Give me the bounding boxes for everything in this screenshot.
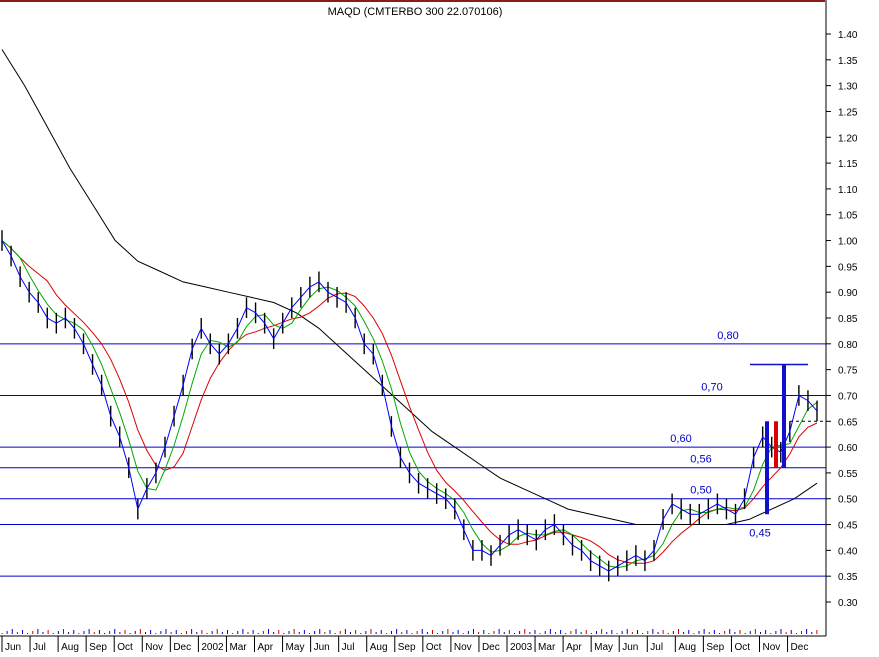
x-tick-label: 2002 xyxy=(201,642,224,652)
y-tick-label: 0.80 xyxy=(838,340,858,351)
y-tick-label: 0.95 xyxy=(838,262,858,273)
x-tick-label: Oct xyxy=(426,642,442,652)
highlight-bar xyxy=(765,421,769,515)
y-tick-label: 0.55 xyxy=(838,469,858,480)
x-tick-label: Mar xyxy=(229,642,247,652)
chart-window: MAQD (CMTERBO 300 22.070106) 0,80 0,70 0,6… xyxy=(0,0,879,653)
x-tick-label: Sep xyxy=(706,642,724,652)
x-tick-label: Jul xyxy=(650,642,663,652)
y-tick-label: 1.35 xyxy=(838,56,858,67)
x-tick-label: Jun xyxy=(622,642,638,652)
x-tick-label: 2003 xyxy=(510,642,533,652)
level-label: 0,70 xyxy=(701,381,722,393)
y-tick-label: 1.15 xyxy=(838,159,858,170)
y-tick-label: 0.40 xyxy=(838,546,858,557)
y-tick-label: 0.45 xyxy=(838,521,858,532)
x-tick-label: Jul xyxy=(33,642,46,652)
y-tick-label: 0.75 xyxy=(838,366,858,377)
y-tick-label: 1.20 xyxy=(838,133,858,144)
x-tick-label: Nov xyxy=(145,642,163,652)
y-tick-label: 0.85 xyxy=(838,314,858,325)
y-tick-label: 0.60 xyxy=(838,443,858,454)
y-tick-label: 1.25 xyxy=(838,107,858,118)
x-tick-label: Mar xyxy=(538,642,556,652)
x-tick-label: Aug xyxy=(678,642,696,652)
level-label: 0,80 xyxy=(717,330,738,342)
y-tick-label: 1.10 xyxy=(838,185,858,196)
x-tick-label: Aug xyxy=(370,642,388,652)
y-tick-label: 0.90 xyxy=(838,288,858,299)
x-tick-label: Dec xyxy=(482,642,500,652)
x-tick-label: May xyxy=(594,642,613,652)
x-tick-label: Sep xyxy=(89,642,107,652)
x-tick-label: Oct xyxy=(117,642,133,652)
level-label: 0,60 xyxy=(670,433,691,445)
x-tick-label: May xyxy=(286,642,305,652)
x-tick-label: Apr xyxy=(566,642,582,652)
level-label: 0,50 xyxy=(690,485,711,497)
y-tick-label: 0.70 xyxy=(838,391,858,402)
x-tick-label: Jul xyxy=(342,642,355,652)
y-tick-label: 1.00 xyxy=(838,237,858,248)
y-tick-label: 0.65 xyxy=(838,417,858,428)
x-tick-label: Dec xyxy=(791,642,809,652)
chart-title: MAQD (CMTERBO 300 22.070106) xyxy=(328,6,503,18)
y-tick-label: 0.50 xyxy=(838,495,858,506)
price-chart: MAQD (CMTERBO 300 22.070106) 0,80 0,70 0,6… xyxy=(0,0,879,653)
x-tick-label: Apr xyxy=(257,642,273,652)
x-tick-label: Jun xyxy=(5,642,21,652)
x-tick-label: Dec xyxy=(173,642,191,652)
x-tick-label: Oct xyxy=(734,642,750,652)
y-tick-label: 1.40 xyxy=(838,30,858,41)
level-label: 0,56 xyxy=(690,454,711,466)
level-label: 0,45 xyxy=(749,528,770,540)
y-tick-label: 0.30 xyxy=(838,598,858,609)
y-tick-label: 1.05 xyxy=(838,211,858,222)
x-tick-label: Nov xyxy=(454,642,472,652)
x-tick-label: Jun xyxy=(314,642,330,652)
x-tick-label: Nov xyxy=(762,642,780,652)
y-tick-label: 1.30 xyxy=(838,82,858,93)
highlight-bar xyxy=(782,364,786,468)
highlight-bar xyxy=(774,421,778,468)
x-tick-label: Sep xyxy=(398,642,416,652)
x-tick-label: Aug xyxy=(61,642,79,652)
y-tick-label: 0.35 xyxy=(838,572,858,583)
